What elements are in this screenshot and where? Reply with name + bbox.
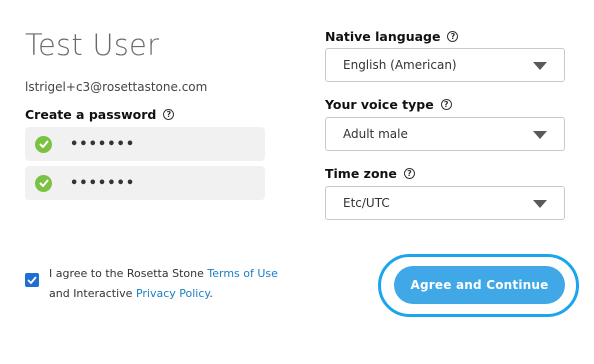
confirm-password-value: ••••••• — [70, 175, 136, 191]
time-zone-value: Etc/UTC — [343, 196, 390, 210]
password-field[interactable]: ••••••• — [25, 127, 265, 161]
password-label: Create a password ? — [25, 107, 175, 122]
help-icon[interactable]: ? — [403, 168, 415, 179]
time-zone-select[interactable]: Etc/UTC — [325, 186, 565, 220]
agree-checkbox[interactable] — [25, 273, 39, 287]
chevron-down-icon — [533, 200, 547, 208]
checkmark-icon — [27, 276, 37, 284]
privacy-policy-link[interactable]: Privacy Policy — [136, 287, 209, 300]
agreement-text-1: I agree to the Rosetta Stone — [49, 267, 208, 280]
chevron-down-icon — [533, 131, 547, 139]
voice-type-value: Adult male — [343, 127, 408, 141]
native-language-label-text: Native language — [325, 29, 441, 44]
time-zone-label: Time zone ? — [325, 166, 415, 181]
help-icon[interactable]: ? — [447, 31, 459, 42]
confirm-password-field[interactable]: ••••••• — [25, 166, 265, 200]
native-language-label: Native language ? — [325, 29, 459, 44]
time-zone-label-text: Time zone — [325, 166, 397, 181]
help-icon[interactable]: ? — [440, 99, 452, 110]
voice-type-label: Your voice type ? — [325, 97, 452, 112]
check-circle-icon — [35, 174, 52, 192]
native-language-value: English (American) — [343, 58, 457, 72]
voice-type-select[interactable]: Adult male — [325, 117, 565, 151]
terms-of-use-link[interactable]: Terms of Use — [207, 267, 278, 280]
password-value: ••••••• — [70, 136, 136, 152]
agreement-text: I agree to the Rosetta Stone Terms of Us… — [49, 264, 299, 303]
agreement-text-3: . — [209, 286, 213, 300]
agreement-text-2: and Interactive — [49, 286, 136, 300]
chevron-down-icon — [533, 62, 547, 70]
voice-type-label-text: Your voice type — [325, 97, 434, 112]
user-email: lstrigel+c3@rosettastone.com — [25, 80, 208, 94]
user-name: Test User — [25, 28, 160, 62]
help-icon[interactable]: ? — [163, 109, 175, 120]
password-label-text: Create a password — [25, 107, 157, 122]
agreement-row: I agree to the Rosetta Stone Terms of Us… — [25, 264, 299, 303]
native-language-select[interactable]: English (American) — [325, 48, 565, 82]
check-circle-icon — [35, 135, 52, 153]
agree-and-continue-button[interactable]: Agree and Continue — [394, 266, 565, 304]
